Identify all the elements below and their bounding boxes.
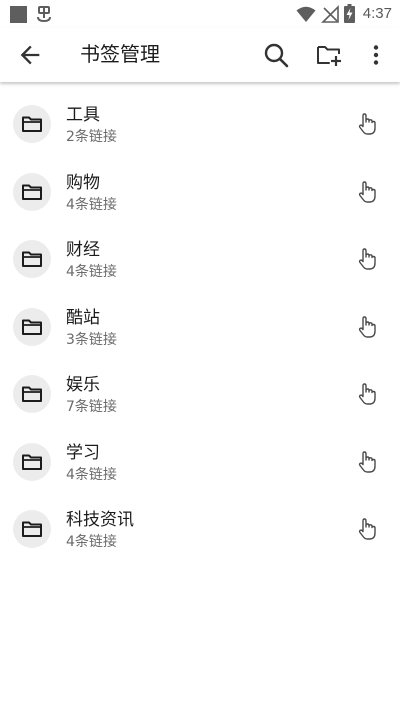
drag-handle-icon[interactable] bbox=[354, 246, 380, 272]
folder-name: 学习 bbox=[66, 442, 100, 463]
folder-link-count: 7条链接 bbox=[66, 399, 117, 415]
folder-item-0[interactable]: 工具 2条链接 bbox=[0, 90, 400, 158]
folder-item-4[interactable]: 娱乐 7条链接 bbox=[0, 360, 400, 428]
folder-item-1[interactable]: 购物 4条链接 bbox=[0, 158, 400, 226]
status-right: 4:37 bbox=[296, 4, 392, 23]
drag-handle-icon[interactable] bbox=[354, 516, 380, 542]
app-notification-icon bbox=[37, 6, 51, 23]
drag-handle-icon[interactable] bbox=[354, 111, 380, 137]
battery-charging-icon bbox=[343, 4, 355, 23]
folder-name: 购物 bbox=[66, 172, 100, 193]
folder-list: 工具 2条链接 购物 4条链接 财经 4条链接 酷站 3条链接 娱乐 7条链接 … bbox=[0, 90, 400, 563]
add-folder-button[interactable] bbox=[315, 41, 343, 69]
status-time: 4:37 bbox=[362, 5, 392, 22]
more-vert-icon bbox=[373, 45, 379, 65]
folder-name: 工具 bbox=[66, 105, 100, 125]
folder-icon bbox=[22, 521, 42, 537]
folder-avatar bbox=[13, 442, 51, 481]
status-left bbox=[10, 5, 53, 23]
folder-icon bbox=[22, 184, 42, 200]
back-button[interactable] bbox=[16, 41, 44, 69]
folder-link-count: 4条链接 bbox=[66, 264, 117, 280]
folder-name: 科技资讯 bbox=[66, 510, 134, 530]
drag-handle-icon[interactable] bbox=[354, 381, 380, 407]
folder-icon bbox=[22, 386, 42, 402]
drag-handle-icon[interactable] bbox=[354, 449, 380, 475]
folder-item-3[interactable]: 酷站 3条链接 bbox=[0, 293, 400, 361]
drag-handle-icon[interactable] bbox=[354, 314, 380, 340]
folder-link-count: 4条链接 bbox=[66, 466, 117, 483]
folder-item-2[interactable]: 财经 4条链接 bbox=[0, 225, 400, 293]
drag-handle-icon[interactable] bbox=[354, 179, 380, 205]
folder-avatar bbox=[13, 240, 51, 278]
folder-name: 娱乐 bbox=[66, 375, 100, 395]
back-arrow-icon bbox=[20, 45, 40, 65]
folder-link-count: 4条链接 bbox=[66, 534, 117, 550]
folder-icon bbox=[22, 319, 42, 335]
search-icon bbox=[264, 43, 289, 68]
page-title: 书签管理 bbox=[80, 42, 160, 66]
wifi-icon bbox=[296, 6, 316, 22]
folder-link-count: 4条链接 bbox=[66, 196, 117, 213]
folder-avatar bbox=[13, 375, 51, 413]
folder-avatar bbox=[13, 307, 51, 346]
notification-square-icon bbox=[10, 5, 27, 23]
folder-name: 酷站 bbox=[66, 307, 100, 328]
app-bar: 书签管理 bbox=[0, 28, 400, 82]
folder-avatar bbox=[13, 510, 51, 548]
folder-icon bbox=[22, 251, 42, 267]
folder-avatar bbox=[13, 172, 51, 211]
folder-link-count: 2条链接 bbox=[66, 129, 117, 145]
folder-avatar bbox=[13, 105, 51, 143]
status-bar: 4:37 bbox=[0, 0, 400, 28]
folder-icon bbox=[22, 116, 42, 132]
folder-link-count: 3条链接 bbox=[66, 331, 117, 348]
folder-item-6[interactable]: 科技资讯 4条链接 bbox=[0, 495, 400, 563]
search-button[interactable] bbox=[262, 41, 290, 69]
folder-item-5[interactable]: 学习 4条链接 bbox=[0, 428, 400, 496]
more-options-button[interactable] bbox=[362, 41, 390, 69]
folder-name: 财经 bbox=[66, 240, 100, 260]
folder-add-icon bbox=[317, 46, 341, 66]
folder-icon bbox=[22, 454, 42, 470]
no-signal-icon bbox=[320, 4, 339, 23]
